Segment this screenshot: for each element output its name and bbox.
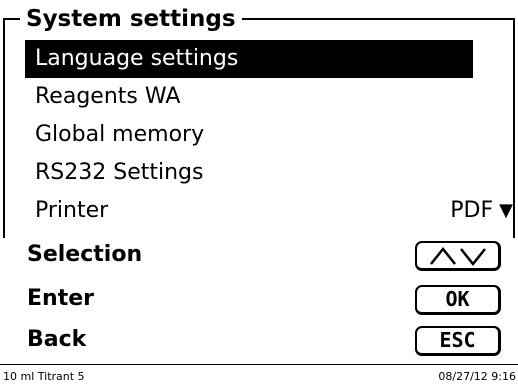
ok-button[interactable]: OK [415, 285, 501, 315]
settings-menu: Language settings Reagents WA Global mem… [25, 40, 513, 230]
menu-item-rs232-settings[interactable]: RS232 Settings [25, 154, 473, 192]
status-bar: 10 ml Titrant 5 08/27/12 9:16 [0, 364, 518, 387]
titrant-status: 10 ml Titrant 5 [3, 370, 85, 383]
datetime-status: 08/27/12 9:16 [438, 370, 516, 383]
menu-item-global-memory[interactable]: Global memory [25, 116, 473, 154]
menu-item-reagents-wa[interactable]: Reagents WA [25, 78, 473, 116]
menu-item-printer[interactable]: Printer PDF ▼ [25, 192, 513, 230]
enter-label: Enter [27, 286, 94, 311]
softkey-row-selection: Selection [25, 236, 513, 274]
selection-label: Selection [27, 242, 143, 267]
selection-button[interactable] [415, 241, 501, 271]
printer-select[interactable]: PDF ▼ [450, 192, 513, 230]
esc-button[interactable]: ESC [415, 326, 501, 356]
up-down-arrows-icon [429, 246, 486, 267]
back-label: Back [27, 327, 87, 352]
dropdown-triangle-icon: ▼ [499, 200, 513, 221]
printer-value: PDF [450, 198, 494, 223]
softkey-row-back: Back ESC [25, 321, 513, 359]
softkey-row-enter: Enter OK [25, 280, 513, 318]
device-screen: System settings Language settings Reagen… [0, 0, 518, 387]
printer-label: Printer [35, 198, 109, 223]
page-title: System settings [20, 4, 242, 34]
menu-item-language-settings[interactable]: Language settings [25, 40, 473, 78]
